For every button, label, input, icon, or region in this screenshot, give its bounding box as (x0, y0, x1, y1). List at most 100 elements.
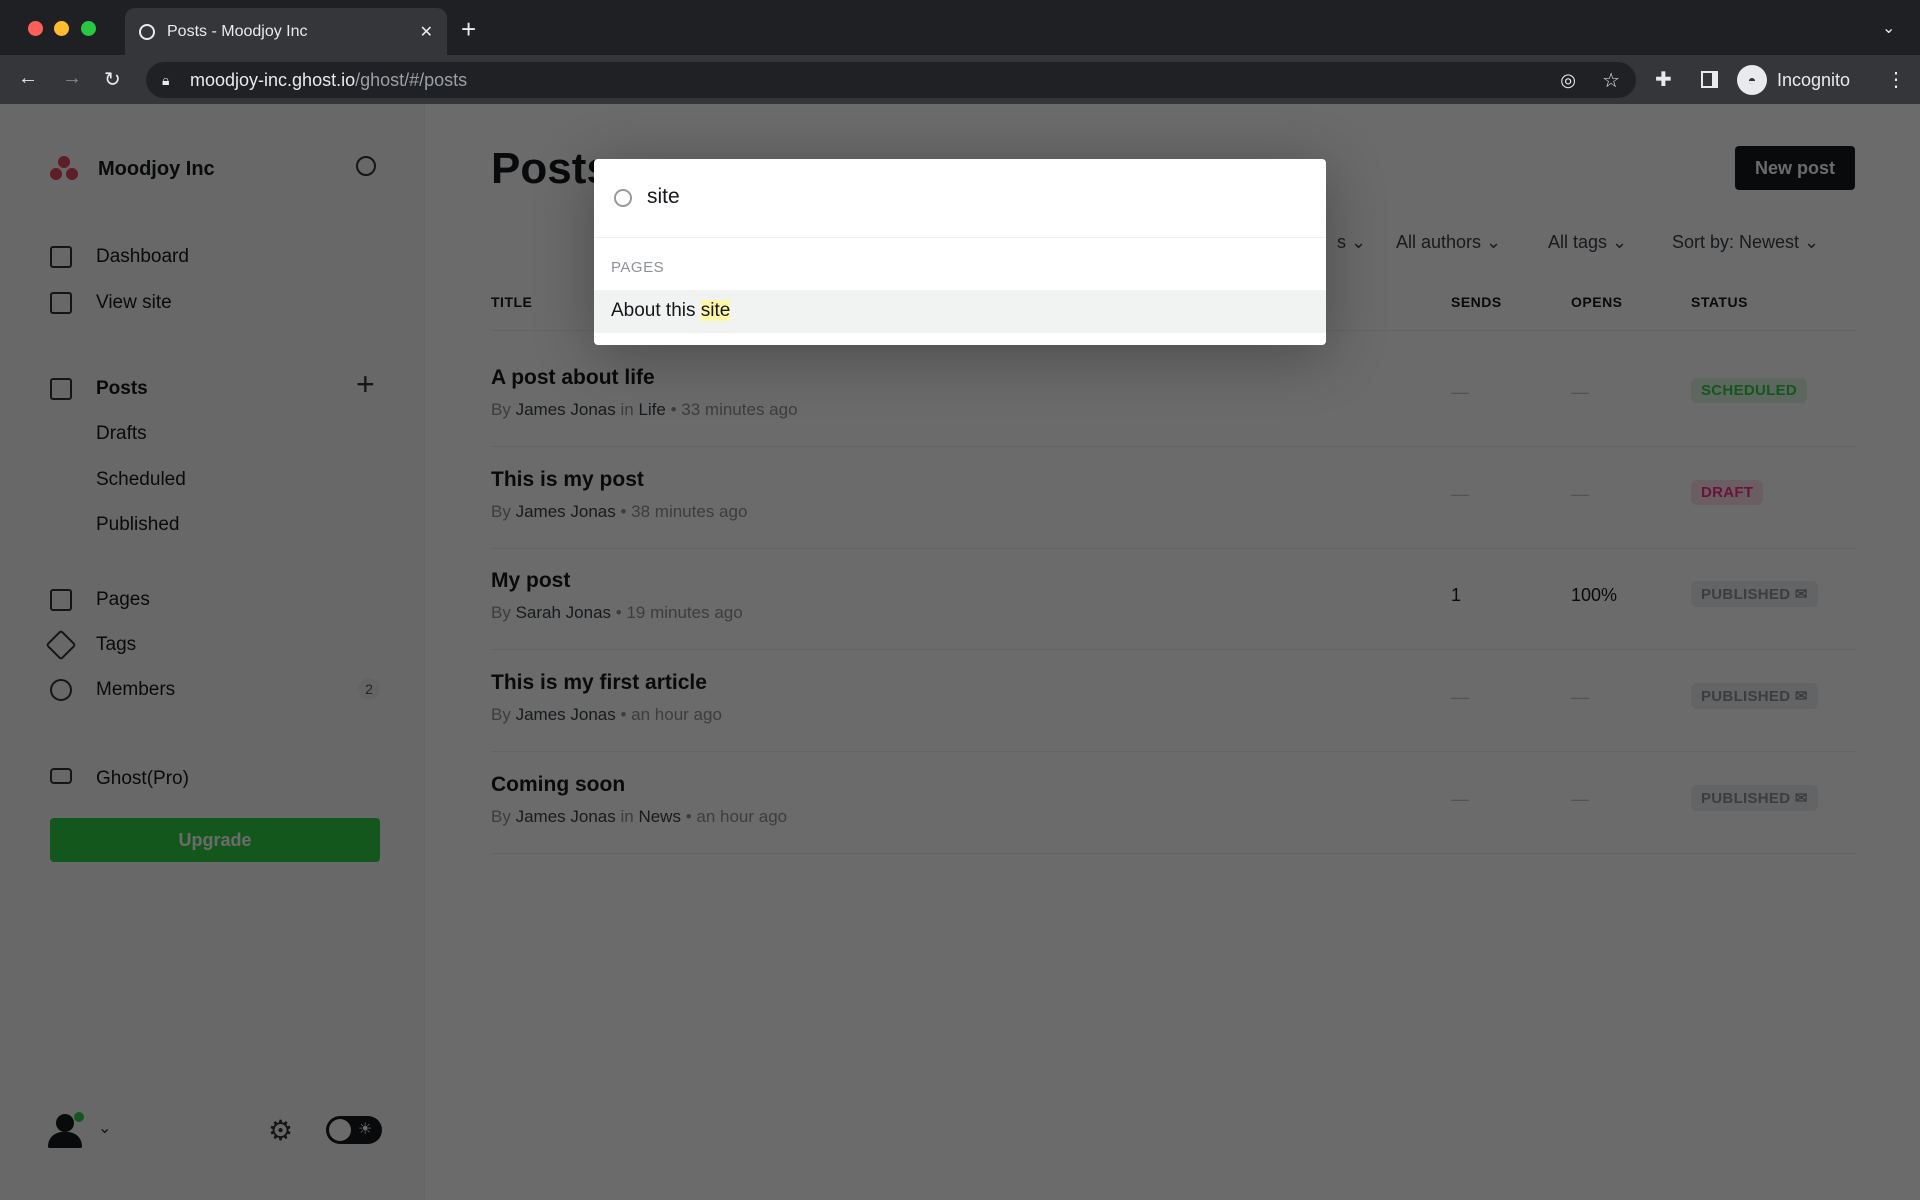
menu-icon[interactable]: ⋮ (1886, 67, 1906, 92)
by-label: By (491, 807, 511, 826)
browser-tab-bar: Posts - Moodjoy Inc ✕ + ⌄ (0, 0, 1920, 55)
status-badge: DRAFT (1691, 480, 1764, 505)
sidebar-item-pages[interactable]: Pages (96, 589, 150, 611)
sidebar-item-view-site[interactable]: View site (96, 292, 172, 314)
post-title[interactable]: Coming soon (491, 773, 625, 797)
post-meta: By James Jonas in Life • 33 minutes ago (491, 400, 798, 419)
user-menu-chevron-icon[interactable]: ⌄ (98, 1118, 111, 1138)
browser-toolbar: ← → ↻ 🔒︎ moodjoy-inc.ghost.io/ghost/#/po… (0, 55, 1920, 104)
post-title[interactable]: This is my post (491, 468, 644, 492)
tab-title: Posts - Moodjoy Inc (167, 22, 308, 40)
minimize-window-button[interactable] (54, 21, 69, 36)
divider (491, 853, 1857, 854)
in-label: in (620, 400, 634, 419)
ghost-pro-icon (50, 768, 72, 784)
post-tag: Life (638, 400, 666, 419)
post-title[interactable]: This is my first article (491, 671, 707, 695)
sidebar-item-ghost-pro[interactable]: Ghost(Pro) (96, 768, 189, 790)
column-title: TITLE (491, 294, 533, 310)
status-badge: PUBLISHED ✉ (1691, 683, 1818, 709)
user-avatar[interactable] (48, 1112, 84, 1150)
sort-dropdown[interactable]: Sort by: Newest ⌄ (1672, 232, 1819, 253)
eye-off-icon[interactable]: ◎ (1560, 70, 1576, 91)
reload-icon[interactable]: ↻ (104, 67, 121, 92)
site-logo-icon (50, 156, 80, 182)
divider (491, 548, 1857, 549)
filter-authors-label: All authors (1396, 232, 1482, 252)
incognito-profile-button[interactable]: ◓ Incognito (1737, 62, 1850, 98)
divider (491, 751, 1857, 752)
post-meta: By James Jonas in News • an hour ago (491, 807, 788, 826)
side-panel-icon[interactable] (1701, 71, 1718, 88)
sidebar-item-posts[interactable]: Posts (96, 378, 148, 400)
lock-icon: 🔒︎ (162, 71, 170, 88)
add-post-icon[interactable]: + (356, 366, 375, 403)
post-author: James Jonas (515, 705, 616, 724)
results-section-label: PAGES (611, 259, 665, 276)
dark-mode-toggle[interactable]: ☀ (326, 1116, 382, 1144)
divider (594, 237, 1326, 238)
post-sends: — (1451, 484, 1469, 504)
by-label: By (491, 705, 511, 724)
status-label: DRAFT (1701, 484, 1754, 501)
close-window-button[interactable] (28, 21, 43, 36)
search-result-item[interactable]: About this site (594, 290, 1326, 333)
post-time: 38 minutes ago (631, 502, 748, 521)
search-icon[interactable] (356, 156, 376, 176)
status-label: PUBLISHED (1701, 688, 1791, 705)
new-post-button[interactable]: New post (1735, 146, 1855, 190)
in-label: in (620, 807, 634, 826)
close-tab-icon[interactable]: ✕ (420, 22, 433, 42)
post-opens: — (1571, 687, 1589, 707)
post-author: James Jonas (515, 400, 616, 419)
globe-icon (139, 23, 155, 40)
post-opens: — (1571, 789, 1589, 809)
sort-label: Sort by: Newest (1672, 232, 1800, 252)
star-icon[interactable]: ☆ (1602, 68, 1620, 93)
tag-icon (45, 629, 77, 661)
post-title[interactable]: A post about life (491, 366, 655, 390)
filter-visibility[interactable]: s ⌄ (1337, 232, 1366, 253)
members-count-badge: 2 (358, 678, 380, 700)
filter-visibility-label: s (1337, 232, 1346, 252)
status-label: PUBLISHED (1701, 790, 1791, 807)
forward-icon[interactable]: → (62, 67, 82, 90)
result-highlight: site (700, 300, 731, 321)
settings-gear-icon[interactable]: ⚙ (268, 1114, 293, 1147)
new-tab-button[interactable]: + (461, 14, 476, 45)
url-path: /ghost/#/posts (355, 69, 468, 90)
by-label: By (491, 502, 511, 521)
post-meta: By James Jonas • an hour ago (491, 705, 722, 724)
post-time: 19 minutes ago (626, 603, 743, 622)
sidebar-item-drafts[interactable]: Drafts (96, 423, 147, 445)
search-input[interactable]: site (647, 185, 680, 209)
tab-list-chevron-icon[interactable]: ⌄ (1882, 18, 1895, 38)
sidebar-item-scheduled[interactable]: Scheduled (96, 469, 186, 491)
site-name[interactable]: Moodjoy Inc (98, 158, 215, 181)
back-icon[interactable]: ← (18, 67, 38, 90)
column-opens: OPENS (1571, 294, 1623, 310)
view-site-icon (50, 292, 72, 314)
sidebar-item-tags[interactable]: Tags (96, 634, 136, 656)
profile-label: Incognito (1777, 69, 1851, 90)
sidebar-item-dashboard[interactable]: Dashboard (96, 246, 189, 268)
post-author: Sarah Jonas (515, 603, 612, 622)
browser-tab[interactable]: Posts - Moodjoy Inc ✕ (125, 8, 447, 55)
post-title[interactable]: My post (491, 569, 570, 593)
extensions-icon[interactable]: ✚ (1655, 67, 1672, 92)
address-bar[interactable]: 🔒︎ moodjoy-inc.ghost.io/ghost/#/posts ◎ … (146, 62, 1636, 98)
post-author: James Jonas (515, 807, 616, 826)
members-icon (50, 679, 72, 701)
by-label: By (491, 603, 511, 622)
sidebar-item-members[interactable]: Members (96, 679, 175, 701)
by-label: By (491, 400, 511, 419)
upgrade-button[interactable]: Upgrade (50, 818, 380, 862)
maximize-window-button[interactable] (81, 21, 96, 36)
divider (491, 649, 1857, 650)
page-title: Posts (491, 144, 611, 193)
filter-authors[interactable]: All authors ⌄ (1396, 232, 1501, 253)
post-time: 33 minutes ago (681, 400, 798, 419)
sidebar-item-published[interactable]: Published (96, 514, 179, 536)
filter-tags[interactable]: All tags ⌄ (1548, 232, 1627, 253)
post-opens: — (1571, 382, 1589, 402)
